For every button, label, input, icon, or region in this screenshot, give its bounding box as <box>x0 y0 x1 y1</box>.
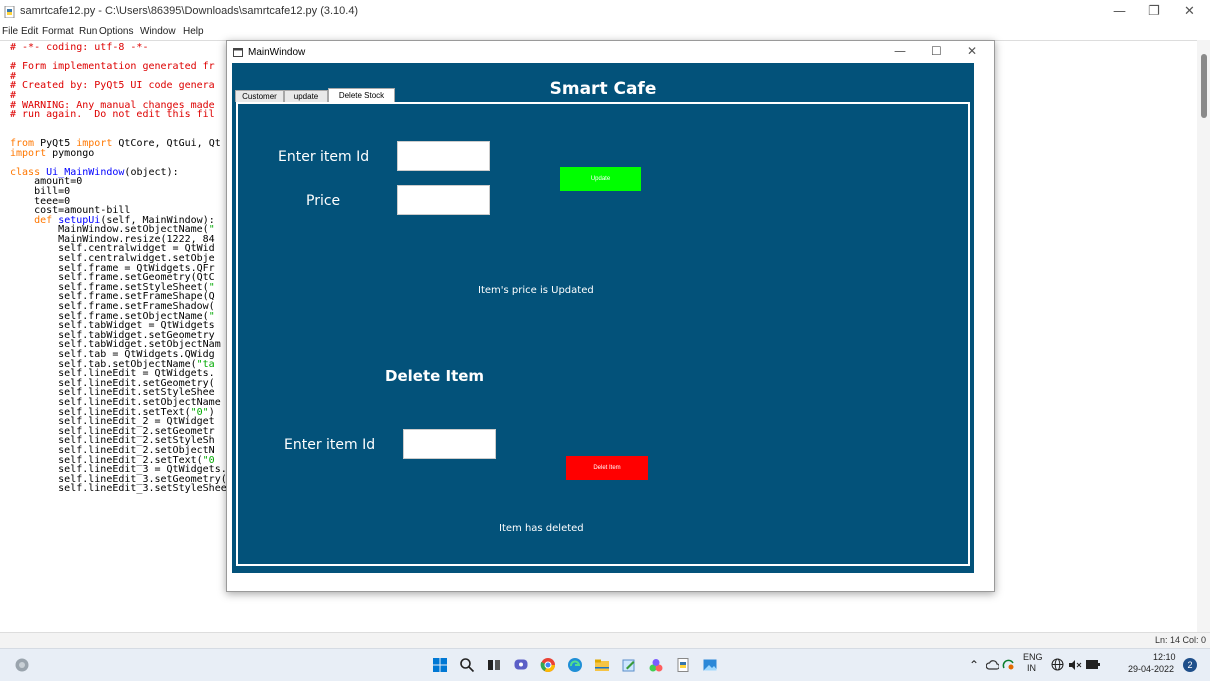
delete-item-button[interactable]: Delet Item <box>566 456 648 480</box>
qt-close-icon[interactable]: ✕ <box>967 44 977 58</box>
file-explorer-icon[interactable] <box>594 657 610 673</box>
idle-titlebar: samrtcafe12.py - C:\Users\86395\Download… <box>0 0 1210 26</box>
update-button[interactable]: Update <box>560 167 641 191</box>
clock-date[interactable]: 29-04-2022 <box>1128 664 1174 674</box>
language-code[interactable]: ENG <box>1023 652 1043 662</box>
menu-file[interactable]: File <box>2 26 18 37</box>
idle-minimize-icon[interactable]: — <box>1113 4 1126 19</box>
menu-format[interactable]: Format <box>42 26 74 37</box>
idle-restore-icon[interactable]: ❐ <box>1148 4 1160 19</box>
tray-chevron-icon[interactable]: ⌃ <box>969 658 979 672</box>
qt-window-title: MainWindow <box>248 47 306 58</box>
defender-icon[interactable] <box>1002 659 1015 671</box>
chat-icon[interactable] <box>513 657 529 673</box>
menu-window[interactable]: Window <box>140 26 176 37</box>
python-file-icon <box>4 6 15 18</box>
qt-main-window: MainWindow — ☐ ✕ Smart Cafe Customer upd… <box>226 40 995 592</box>
price-label: Price <box>306 193 341 209</box>
volume-muted-icon[interactable] <box>1068 659 1082 671</box>
menu-run[interactable]: Run <box>79 26 97 37</box>
notepad-icon[interactable] <box>621 657 637 673</box>
language-region[interactable]: IN <box>1027 663 1036 673</box>
delete-item-id-input[interactable] <box>403 429 496 459</box>
qt-minimize-icon[interactable]: — <box>894 44 906 58</box>
editor-scrollbar[interactable] <box>1197 40 1210 632</box>
idle-close-icon[interactable]: ✕ <box>1184 4 1195 19</box>
python-idle-icon[interactable] <box>675 657 691 673</box>
task-view-icon[interactable] <box>486 657 502 673</box>
idle-window-title: samrtcafe12.py - C:\Users\86395\Download… <box>20 5 359 17</box>
menu-options[interactable]: Options <box>99 26 133 37</box>
widgets-icon[interactable] <box>14 657 30 673</box>
qt-designer-icon[interactable] <box>648 657 664 673</box>
update-item-id-label: Enter item Id <box>278 149 370 165</box>
battery-icon[interactable] <box>1086 660 1100 669</box>
photos-icon[interactable] <box>702 657 718 673</box>
tab-update[interactable]: update <box>284 90 328 102</box>
update-status-message: Item's price is Updated <box>478 285 594 296</box>
price-input[interactable] <box>397 185 490 215</box>
tab-delete-stock[interactable]: Delete Stock <box>328 88 395 102</box>
cloud-icon[interactable] <box>986 659 999 671</box>
update-item-id-input[interactable] <box>397 141 490 171</box>
chrome-icon[interactable] <box>540 657 556 673</box>
qt-titlebar: MainWindow — ☐ ✕ <box>227 41 994 65</box>
app-frame: Smart Cafe Customer update Delete Stock … <box>232 63 974 573</box>
delete-status-message: Item has deleted <box>499 523 584 534</box>
delete-item-id-label: Enter item Id <box>284 437 376 453</box>
menu-help[interactable]: Help <box>183 26 204 37</box>
search-icon[interactable] <box>459 657 475 673</box>
window-app-icon <box>233 48 243 57</box>
edge-icon[interactable] <box>567 657 583 673</box>
notification-badge[interactable]: 2 <box>1183 658 1197 672</box>
tab-customer[interactable]: Customer <box>235 90 284 102</box>
idle-statusbar: Ln: 14 Col: 0 <box>0 632 1210 649</box>
scrollbar-thumb[interactable] <box>1201 54 1207 118</box>
cursor-position: Ln: 14 Col: 0 <box>1154 635 1206 645</box>
delete-item-heading: Delete Item <box>385 367 485 385</box>
idle-menubar: File Edit Format Run Options Window Help <box>0 26 1210 40</box>
start-windows-icon[interactable] <box>432 657 448 673</box>
menu-edit[interactable]: Edit <box>21 26 38 37</box>
qt-maximize-icon[interactable]: ☐ <box>931 44 942 58</box>
taskbar: ⌃ ENG IN 12:10 29-04-2022 2 <box>0 648 1210 681</box>
network-globe-icon[interactable] <box>1051 658 1064 671</box>
clock-time[interactable]: 12:10 <box>1153 652 1176 662</box>
